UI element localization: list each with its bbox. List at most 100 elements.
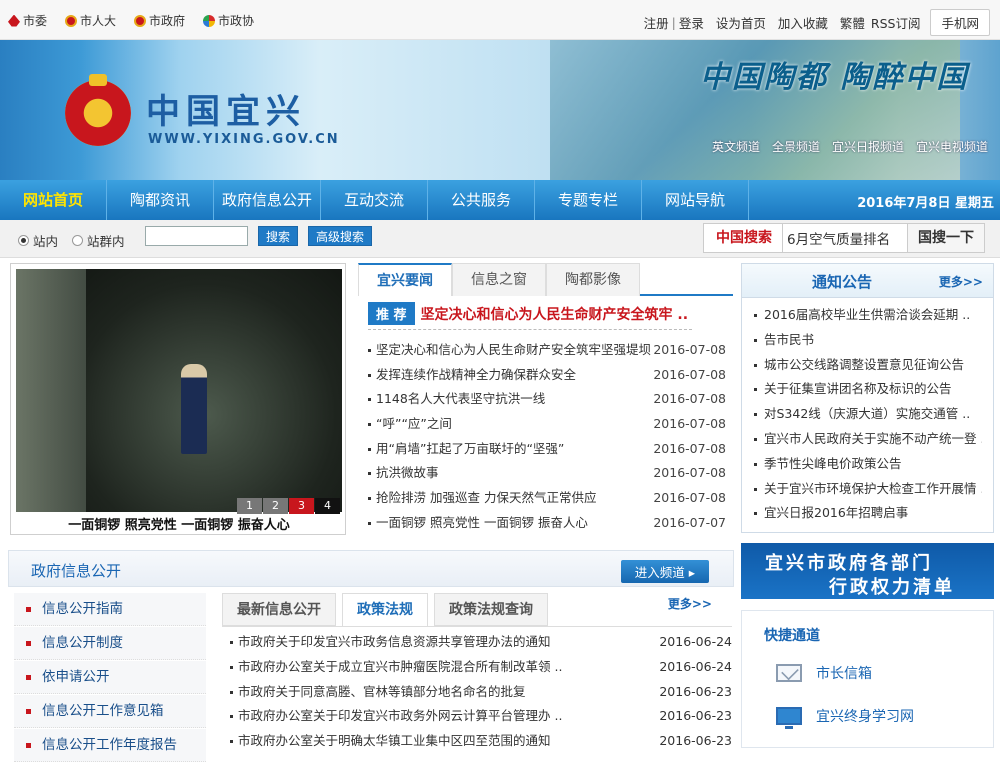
news-date: 2016-07-07 — [653, 514, 726, 530]
set-home-link[interactable]: 设为首页 — [716, 13, 766, 32]
list-item: 市政府办公室关于成立宜兴市肿瘤医院混合所有制改革领 .. 2016-06-24 — [228, 655, 732, 680]
slide-page-4[interactable]: 4 — [315, 498, 340, 514]
advanced-search-button[interactable]: 高级搜索 — [308, 226, 373, 246]
list-item[interactable]: 告市民书 — [750, 328, 982, 353]
monitor-icon — [776, 707, 802, 729]
notice-title: 通知公告 — [812, 273, 873, 291]
power-list-banner[interactable]: 宜兴市政府各部门 行政权力清单 — [741, 543, 994, 599]
recommend-title[interactable]: 坚定决心和信心为人民生命财产安全筑牢 .. — [421, 304, 689, 324]
news-date: 2016-07-08 — [653, 465, 726, 481]
tab-policies[interactable]: 政策法规 — [342, 593, 428, 626]
list-item: 市政府关于同意高塍、官林等镇部分地名命名的批复 2016-06-23 — [228, 680, 732, 705]
news-title[interactable]: “呼”“应”之间 — [366, 412, 651, 437]
search-input[interactable] — [145, 226, 248, 246]
notice-list: 2016届高校毕业生供需洽谈会延期 .. 告市民书 城市公交线路调整设置意见征询… — [742, 298, 993, 526]
slide-page-1[interactable]: 1 — [237, 498, 262, 514]
news-title[interactable]: 发挥连续作战精神全力确保群众安全 — [366, 363, 651, 388]
lifelong-learning-link[interactable]: 宜兴终身学习网 — [776, 706, 914, 729]
list-item: 抢险排涝 加强巡查 力保天然气正常供应 2016-07-08 — [366, 486, 726, 511]
news-title[interactable]: 抢险排涝 加强巡查 力保天然气正常供应 — [366, 486, 651, 511]
scope-group-radio[interactable]: 站群内 — [72, 231, 125, 250]
china-search-label[interactable]: 中国搜索 — [704, 224, 783, 252]
policy-list: 市政府关于印发宜兴市政务信息资源共享管理办法的通知 2016-06-24 市政府办… — [222, 627, 732, 754]
slideshow-image[interactable] — [16, 269, 342, 512]
mayor-mailbox-link[interactable]: 市长信箱 — [776, 663, 872, 683]
header-banner: 中国宜兴 WWW.YIXING.GOV.CN 中国陶都 陶醉中国 英文频道 全景… — [0, 40, 1000, 180]
enter-channel-button[interactable]: 进入频道 ▸ — [620, 560, 709, 583]
add-favorite-link[interactable]: 加入收藏 — [778, 13, 828, 32]
policy-title[interactable]: 市政府办公室关于成立宜兴市肿瘤医院混合所有制改革领 .. — [228, 655, 568, 680]
channel-link[interactable]: 英文频道 — [712, 138, 760, 155]
channel-link[interactable]: 宜兴电视频道 — [916, 138, 988, 155]
sidebar-item-feedback[interactable]: 信息公开工作意见箱 — [14, 695, 206, 728]
link-city-government[interactable]: 市政府 — [134, 12, 185, 29]
sidebar-item-annual-report[interactable]: 信息公开工作年度报告 — [14, 729, 206, 762]
policy-title[interactable]: 市政府办公室关于印发宜兴市政务外网云计算平台管理办 .. — [228, 704, 568, 729]
tab-taodu-images[interactable]: 陶都影像 — [546, 263, 640, 296]
tab-yixing-news[interactable]: 宜兴要闻 — [358, 263, 452, 296]
sidebar-item-system[interactable]: 信息公开制度 — [14, 627, 206, 660]
gov-info-sidebar: 信息公开指南 信息公开制度 依申请公开 信息公开工作意见箱 信息公开工作年度报告 — [14, 593, 206, 763]
list-item[interactable]: 季节性尖峰电价政策公告 — [750, 452, 982, 477]
policy-panel: 最新信息公开 政策法规 政策法规查询 更多>> 市政府关于印发宜兴市政务信息资源… — [222, 593, 732, 754]
list-item[interactable]: 宜兴市人民政府关于实施不动产统一登 .. — [750, 427, 982, 452]
sidebar-item-request[interactable]: 依申请公开 — [14, 661, 206, 694]
notice-more-link[interactable]: 更多>> — [939, 273, 983, 290]
news-title[interactable]: 抗洪微故事 — [366, 461, 651, 486]
link-cppcc[interactable]: 市政协 — [203, 12, 254, 29]
policy-date: 2016-06-23 — [659, 708, 732, 724]
news-title[interactable]: 坚定决心和信心为人民生命财产安全筑牢坚强堤坝 — [366, 338, 651, 363]
nav-item-interaction[interactable]: 互动交流 — [321, 180, 428, 220]
list-item[interactable]: 2016届高校毕业生供需洽谈会延期 .. — [750, 303, 982, 328]
news-list: 坚定决心和信心为人民生命财产安全筑牢坚强堤坝 2016-07-08 发挥连续作战精… — [366, 338, 726, 536]
list-item[interactable]: 关于征集宣讲团名称及标识的公告 — [750, 377, 982, 402]
list-item: 发挥连续作战精神全力确保群众安全 2016-07-08 — [366, 363, 726, 388]
rss-link[interactable]: RSS订阅 — [871, 13, 921, 32]
slide-page-2[interactable]: 2 — [263, 498, 288, 514]
nav-item-home[interactable]: 网站首页 — [0, 180, 107, 220]
channel-link[interactable]: 全景频道 — [772, 138, 820, 155]
register-link[interactable]: 注册 — [644, 13, 669, 32]
slideshow-caption[interactable]: 一面铜锣 照亮党性 一面铜锣 振奋人心 — [11, 514, 347, 533]
nav-item-topics[interactable]: 专题专栏 — [535, 180, 642, 220]
tab-info-window[interactable]: 信息之窗 — [452, 263, 546, 296]
link-peoples-congress[interactable]: 市人大 — [65, 12, 116, 29]
divider: | — [671, 15, 676, 30]
policy-more-link[interactable]: 更多>> — [668, 595, 712, 612]
tab-latest-disclosure[interactable]: 最新信息公开 — [222, 593, 336, 626]
link-city-committee[interactable]: 市委 — [8, 12, 47, 29]
slogan: 中国陶都 陶醉中国 — [700, 60, 969, 95]
nav-item-gov-info[interactable]: 政府信息公开 — [214, 180, 321, 220]
list-item[interactable]: 对S342线（庆源大道）实施交通管 .. — [750, 402, 982, 427]
nav-item-sitemap[interactable]: 网站导航 — [642, 180, 749, 220]
slide-page-3[interactable]: 3 — [289, 498, 314, 514]
news-title[interactable]: 一面铜锣 照亮党性 一面铜锣 振奋人心 — [366, 511, 651, 536]
sidebar-item-guide[interactable]: 信息公开指南 — [14, 593, 206, 626]
channel-link[interactable]: 宜兴日报频道 — [832, 138, 904, 155]
power-list-line1: 宜兴市政府各部门 — [765, 553, 933, 574]
gov-info-header: 政府信息公开 进入频道 ▸ — [8, 550, 734, 587]
search-button[interactable]: 搜索 — [258, 226, 299, 246]
nav-item-public-service[interactable]: 公共服务 — [428, 180, 535, 220]
news-date: 2016-07-08 — [653, 366, 726, 382]
nav-item-news[interactable]: 陶都资讯 — [107, 180, 214, 220]
list-item[interactable]: 宜兴日报2016年招聘启事 — [750, 501, 982, 526]
login-link[interactable]: 登录 — [679, 13, 704, 32]
policy-title[interactable]: 市政府关于同意高塍、官林等镇部分地名命名的批复 — [228, 680, 568, 705]
news-title[interactable]: 1148名人大代表坚守抗洪一线 — [366, 387, 651, 412]
mobile-site-button[interactable]: 手机网 — [930, 9, 990, 36]
scope-site-radio[interactable]: 站内 — [18, 231, 58, 250]
policy-title[interactable]: 市政府办公室关于明确太华镇工业集中区四至范围的通知 — [228, 729, 568, 754]
recommend-badge: 推 荐 — [368, 302, 415, 325]
china-search-input[interactable]: 6月空气质量排名 — [783, 228, 907, 248]
radio-checked-icon — [18, 235, 29, 246]
policy-title[interactable]: 市政府关于印发宜兴市政务信息资源共享管理办法的通知 — [228, 630, 568, 655]
news-title[interactable]: 用“肩墙”扛起了万亩联圩的“坚强” — [366, 437, 651, 462]
list-item[interactable]: 关于宜兴市环境保护大检查工作开展情 .. — [750, 477, 982, 502]
news-date: 2016-07-08 — [653, 440, 726, 456]
traditional-chinese-link[interactable]: 繁體 — [840, 13, 865, 32]
tab-policy-search[interactable]: 政策法规查询 — [434, 593, 548, 626]
list-item: 1148名人大代表坚守抗洪一线 2016-07-08 — [366, 387, 726, 412]
china-search-button[interactable]: 国搜一下 — [907, 224, 984, 252]
list-item[interactable]: 城市公交线路调整设置意见征询公告 — [750, 353, 982, 378]
